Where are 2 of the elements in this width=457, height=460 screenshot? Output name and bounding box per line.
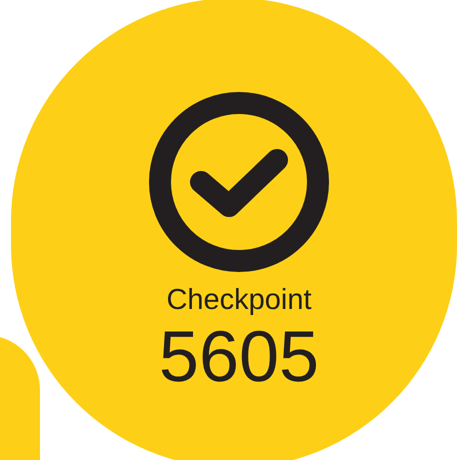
checkpoint-number: 5605: [158, 321, 320, 393]
checkpoint-label: Checkpoint: [166, 286, 312, 315]
